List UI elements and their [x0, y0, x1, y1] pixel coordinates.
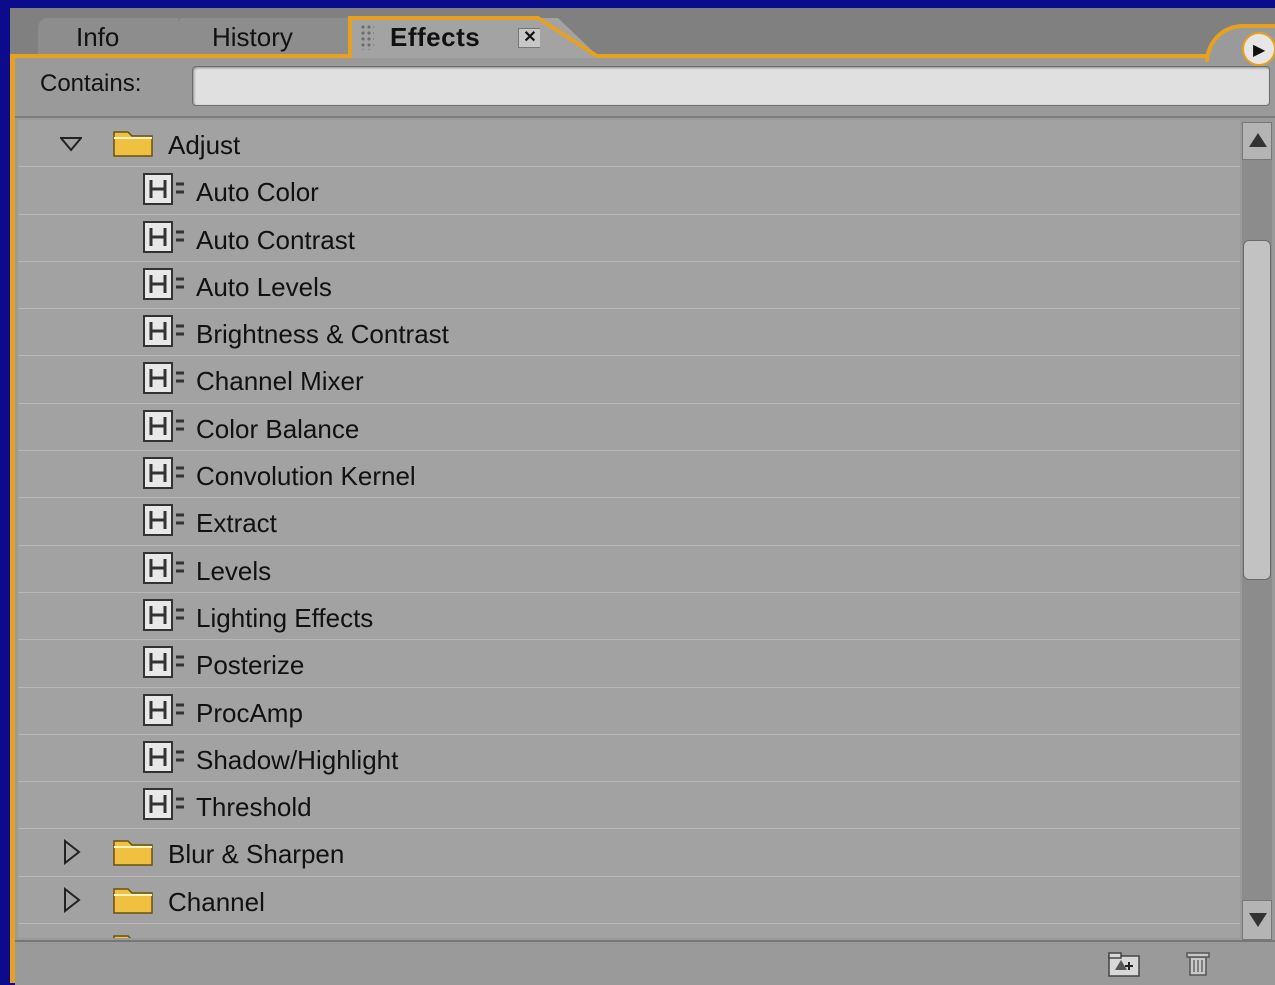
effect-label: Posterize [196, 650, 305, 681]
vertical-scrollbar[interactable] [1242, 122, 1272, 940]
effect-item[interactable]: Levels [18, 546, 1240, 593]
effect-label: Levels [196, 555, 272, 586]
effect-item[interactable]: Convolution Kernel [18, 451, 1240, 499]
effect-item[interactable]: Auto Levels [18, 262, 1240, 310]
tab-history[interactable]: History [160, 18, 365, 56]
scroll-thumb[interactable] [1243, 240, 1271, 580]
effect-label: Auto Levels [196, 271, 332, 302]
effect-label: Channel Mixer [196, 366, 364, 397]
tab-info-label: Info [76, 22, 120, 52]
scroll-up-button[interactable] [1242, 122, 1272, 160]
video-effect-icon [142, 551, 188, 585]
new-bin-icon[interactable] [1107, 950, 1141, 978]
effect-label: Threshold [196, 792, 312, 823]
tab-info[interactable]: Info [38, 18, 178, 56]
effect-item[interactable]: Auto Color [18, 167, 1240, 215]
effects-tree: Adjust Auto Color Auto Contrast Auto Levels… [18, 120, 1240, 938]
search-input[interactable] [192, 66, 1270, 106]
tab-effects-edge [540, 18, 600, 58]
video-effect-icon [142, 456, 188, 490]
trash-icon[interactable] [1183, 948, 1213, 978]
effect-label: Brightness & Contrast [196, 319, 449, 350]
effect-item[interactable]: Shadow/Highlight [18, 735, 1240, 783]
effect-label: Color Balance [196, 413, 360, 444]
video-effect-icon [142, 220, 188, 254]
folder-icon [112, 835, 154, 867]
video-effect-icon [142, 693, 188, 727]
effect-label: Auto Contrast [196, 224, 355, 255]
video-effect-icon [142, 267, 188, 301]
panel-menu-button[interactable]: ▶ [1242, 32, 1275, 66]
effect-item[interactable]: ProcAmp [18, 688, 1240, 735]
effect-item[interactable]: Extract [18, 498, 1240, 546]
effect-label: Convolution Kernel [196, 461, 416, 492]
effect-item[interactable]: Threshold [18, 782, 1240, 830]
disclosure-collapsed-icon[interactable] [60, 886, 82, 913]
effect-item[interactable]: Lighting Effects [18, 593, 1240, 641]
video-effect-icon [142, 361, 188, 395]
folder-row[interactable]: Adjust [18, 120, 1240, 168]
effect-item[interactable]: Posterize [18, 640, 1240, 688]
tab-effects[interactable]: Effects ✕ [352, 18, 542, 58]
panel-menu-icon: ▶ [1253, 42, 1266, 59]
effect-label: Extract [196, 508, 277, 539]
bottom-toolbar [15, 940, 1275, 985]
effect-item[interactable]: Color Balance [18, 404, 1240, 452]
effect-item[interactable]: Channel Mixer [18, 356, 1240, 404]
drag-grip-icon[interactable] [360, 24, 374, 50]
folder-label: Channel [168, 886, 265, 917]
panel-accent-top [10, 54, 1275, 58]
folder-label: Blur & Sharpen [168, 839, 345, 870]
effect-label: Auto Color [196, 177, 319, 208]
folder-row[interactable] [18, 924, 1240, 938]
effect-label: Lighting Effects [196, 602, 374, 633]
tab-strip: Info History Effects ✕ ▶ [10, 8, 1275, 66]
video-effect-icon [142, 314, 188, 348]
tab-history-label: History [212, 22, 293, 52]
effect-label: ProcAmp [196, 697, 303, 728]
video-effect-icon [142, 172, 188, 206]
video-effect-icon [142, 598, 188, 632]
search-label: Contains: [40, 70, 142, 97]
divider [15, 116, 1275, 118]
effect-label: Shadow/Highlight [196, 744, 399, 775]
panel-accent-left [10, 54, 15, 983]
disclosure-expanded-icon[interactable] [60, 130, 82, 156]
folder-row[interactable]: Blur & Sharpen [18, 829, 1240, 877]
folder-icon [112, 930, 154, 938]
video-effect-icon [142, 787, 188, 821]
tab-effects-label: Effects [390, 22, 481, 52]
effect-item[interactable]: Brightness & Contrast [18, 309, 1240, 357]
effect-item[interactable]: Auto Contrast [18, 215, 1240, 262]
disclosure-collapsed-icon[interactable] [60, 839, 82, 866]
close-tab-button[interactable]: ✕ [518, 28, 542, 48]
video-effect-icon [142, 409, 188, 443]
effects-panel: Info History Effects ✕ ▶ Contains: Adjus… [10, 8, 1275, 985]
video-effect-icon [142, 503, 188, 537]
folder-icon [112, 126, 154, 158]
video-effect-icon [142, 645, 188, 679]
video-effect-icon [142, 740, 188, 774]
scroll-down-button[interactable] [1242, 900, 1272, 940]
folder-row[interactable]: Channel [18, 877, 1240, 925]
folder-icon [112, 883, 154, 915]
folder-label: Adjust [168, 130, 241, 160]
